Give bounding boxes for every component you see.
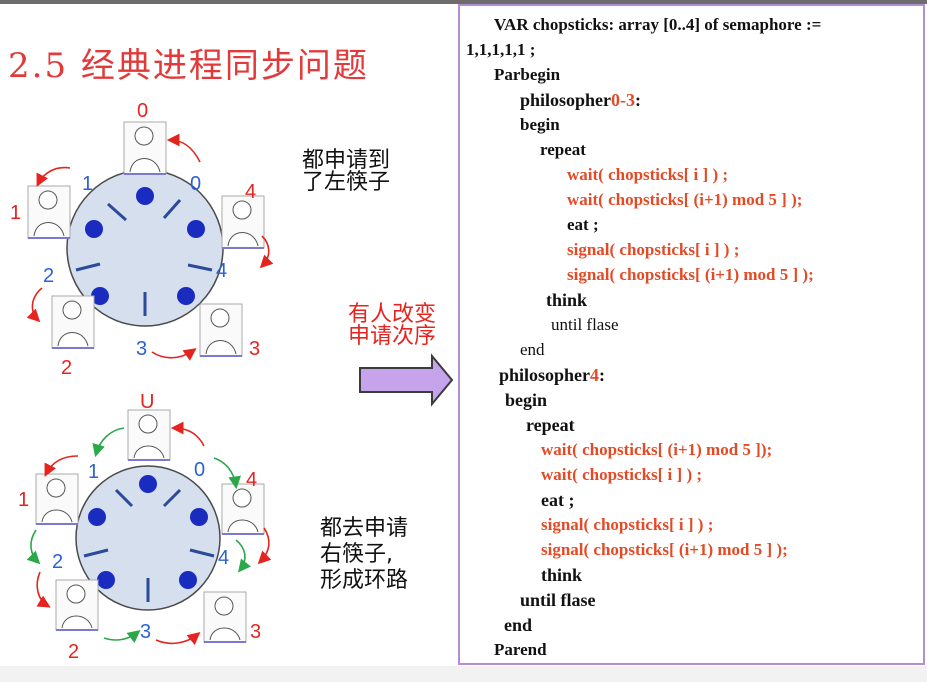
bottom-label-blue-3: 3 — [140, 621, 151, 643]
code-line-15: philosopher4: — [499, 365, 606, 385]
code-line-22: signal( chopsticks[ (i+1) mod 5 ] ); — [541, 540, 788, 559]
bottom-label-top: U — [140, 391, 154, 413]
top-label-blue-1: 1 — [82, 173, 93, 195]
bottom-bar — [0, 666, 927, 682]
top-label-blue-2: 2 — [43, 265, 54, 287]
code-line-16: begin — [505, 390, 548, 410]
code-line-6: repeat — [540, 140, 586, 159]
bottom-label-black-3: 3 — [250, 621, 261, 643]
top-label-blue-3: 3 — [136, 338, 147, 360]
code-line-11: signal( chopsticks[ (i+1) mod 5 ] ); — [567, 265, 814, 284]
code-line-20: eat ; — [541, 490, 575, 510]
code-line-8: wait( chopsticks[ (i+1) mod 5 ] ); — [567, 190, 803, 209]
bottom-label-blue-0: 0 — [194, 459, 205, 481]
top-note: 都申请到 了左筷子 — [302, 148, 391, 195]
code-line-2: 1,1,1,1,1 ; — [466, 40, 536, 59]
bottom-label-blue-2: 2 — [52, 551, 63, 573]
code-line-5: begin — [520, 115, 560, 134]
top-label-blue-4: 4 — [216, 260, 227, 282]
code-line-10: signal( chopsticks[ i ] ) ; — [567, 240, 740, 259]
code-line-24: until flase — [520, 590, 596, 610]
code-line-13: until flase — [551, 315, 619, 334]
code-line-18: wait( chopsticks[ (i+1) mod 5 ]); — [541, 440, 773, 459]
bottom-label-black-1: 1 — [18, 489, 29, 511]
code-line-3: Parbegin — [494, 65, 561, 84]
top-label-black-3: 3 — [249, 338, 260, 360]
code-line-4: philosopher0-3: — [520, 90, 642, 110]
top-label-black-4: 4 — [245, 181, 256, 203]
transition-arrow — [359, 353, 454, 407]
code-line-12: think — [546, 290, 588, 310]
code-line-21: signal( chopsticks[ i ] ) ; — [541, 515, 714, 534]
top-label-blue-0: 0 — [190, 173, 201, 195]
code-line-7: wait( chopsticks[ i ] ) ; — [567, 165, 729, 184]
code-line-17: repeat — [526, 415, 575, 435]
bottom-label-black-4: 4 — [246, 469, 257, 491]
bottom-note: 都去申请 右筷子, 形成环路 — [320, 516, 409, 593]
top-label-black-0: 0 — [137, 100, 148, 122]
code-line-25: end — [504, 615, 533, 635]
top-label-black-2: 2 — [61, 357, 72, 379]
code-line-23: think — [541, 565, 583, 585]
middle-note: 有人改变 申请次序 — [348, 302, 437, 349]
code-line-19: wait( chopsticks[ i ] ) ; — [541, 465, 703, 484]
top-label-black-1: 1 — [10, 202, 21, 224]
code-line-9: eat ; — [567, 215, 599, 234]
code-line-14: end — [520, 340, 545, 359]
bottom-label-black-2: 2 — [68, 641, 79, 663]
bottom-label-blue-1: 1 — [88, 461, 99, 483]
bottom-label-blue-4: 4 — [218, 547, 229, 569]
code-line-26: Parend — [494, 640, 547, 659]
code-line-1: VAR chopsticks: array [0..4] of semaphor… — [494, 15, 822, 34]
